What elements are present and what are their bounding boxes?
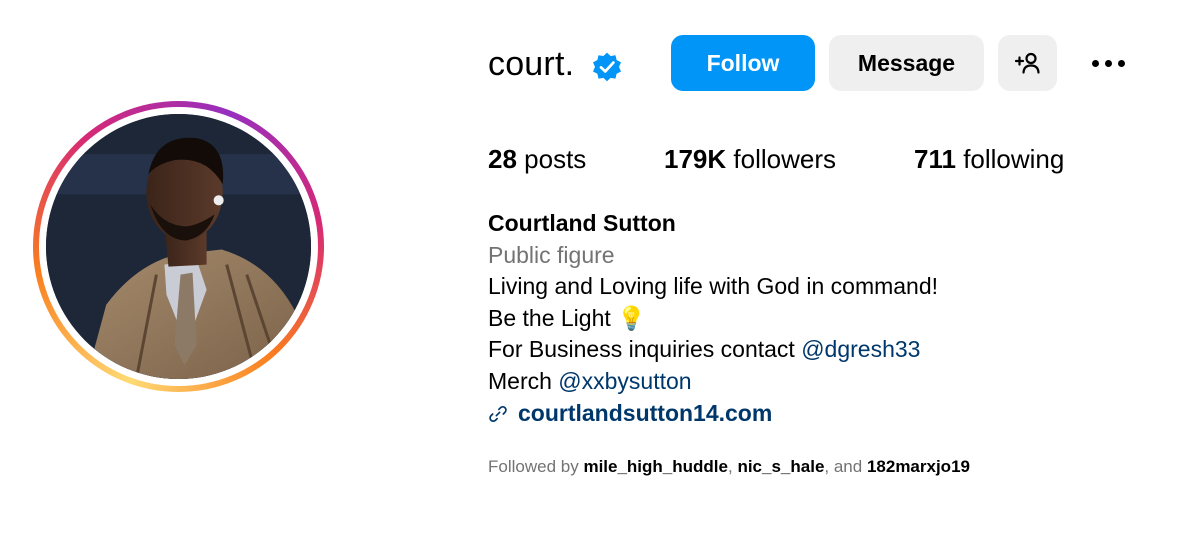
display-name: Courtland Sutton bbox=[488, 210, 676, 236]
following-count-label: following bbox=[963, 144, 1065, 174]
bio-line: For Business inquiries contact @dgresh33 bbox=[488, 334, 938, 366]
followers-link[interactable]: 179K followers bbox=[664, 141, 836, 177]
followed-by-and: , and bbox=[824, 457, 863, 476]
posts-count-value: 28 bbox=[488, 144, 517, 174]
followed-by-prefix: Followed by bbox=[488, 457, 579, 476]
bio-line: Be the Light 💡 bbox=[488, 303, 938, 335]
website-link-text: courtlandsutton14.com bbox=[518, 399, 773, 426]
following-link[interactable]: 711 following bbox=[914, 141, 1064, 177]
followed-by[interactable]: Followed by mile_high_huddle, nic_s_hale… bbox=[488, 455, 970, 479]
avatar-photo-image bbox=[46, 114, 311, 379]
following-count-value: 711 bbox=[914, 144, 956, 174]
lightbulb-emoji-icon: 💡 bbox=[617, 304, 646, 331]
followers-count-value: 179K bbox=[664, 144, 727, 174]
followed-by-separator: , bbox=[727, 457, 733, 476]
bio-line: Living and Loving life with God in comma… bbox=[488, 273, 939, 300]
mention-link[interactable]: @xxbysutton bbox=[558, 368, 691, 394]
bio-line-text: Merch bbox=[488, 367, 552, 394]
avatar[interactable] bbox=[46, 114, 311, 379]
posts-count-label: posts bbox=[524, 144, 587, 174]
more-dot-icon bbox=[1104, 59, 1112, 67]
followed-by-user: 182marxjo19 bbox=[866, 457, 970, 476]
mention-link[interactable]: @dgresh33 bbox=[801, 336, 920, 362]
avatar-story-ring[interactable] bbox=[33, 101, 324, 392]
profile-category: Public figure bbox=[488, 241, 615, 268]
website-link[interactable]: courtlandsutton14.com bbox=[488, 398, 938, 430]
more-dot-icon bbox=[1117, 59, 1125, 67]
posts-count: 28 posts bbox=[488, 141, 586, 177]
message-button[interactable]: Message bbox=[829, 35, 984, 91]
followed-by-user: nic_s_hale bbox=[737, 457, 825, 476]
profile-username: court. bbox=[488, 45, 575, 83]
followed-by-user: mile_high_huddle bbox=[583, 457, 728, 476]
more-options-button[interactable] bbox=[1085, 45, 1131, 81]
follow-button[interactable]: Follow bbox=[671, 35, 815, 91]
bio-line-text: For Business inquiries contact bbox=[488, 336, 795, 363]
more-dot-icon bbox=[1091, 59, 1099, 67]
add-user-icon bbox=[1014, 52, 1040, 74]
verified-badge-icon bbox=[593, 52, 621, 82]
bio-line-text: Be the Light bbox=[488, 304, 611, 331]
followers-count-label: followers bbox=[733, 144, 836, 174]
link-icon bbox=[489, 405, 507, 422]
profile-bio: Courtland Sutton Public figure Living an… bbox=[488, 208, 938, 429]
suggest-users-button[interactable] bbox=[998, 35, 1057, 91]
bio-line: Merch @xxbysutton bbox=[488, 366, 938, 398]
